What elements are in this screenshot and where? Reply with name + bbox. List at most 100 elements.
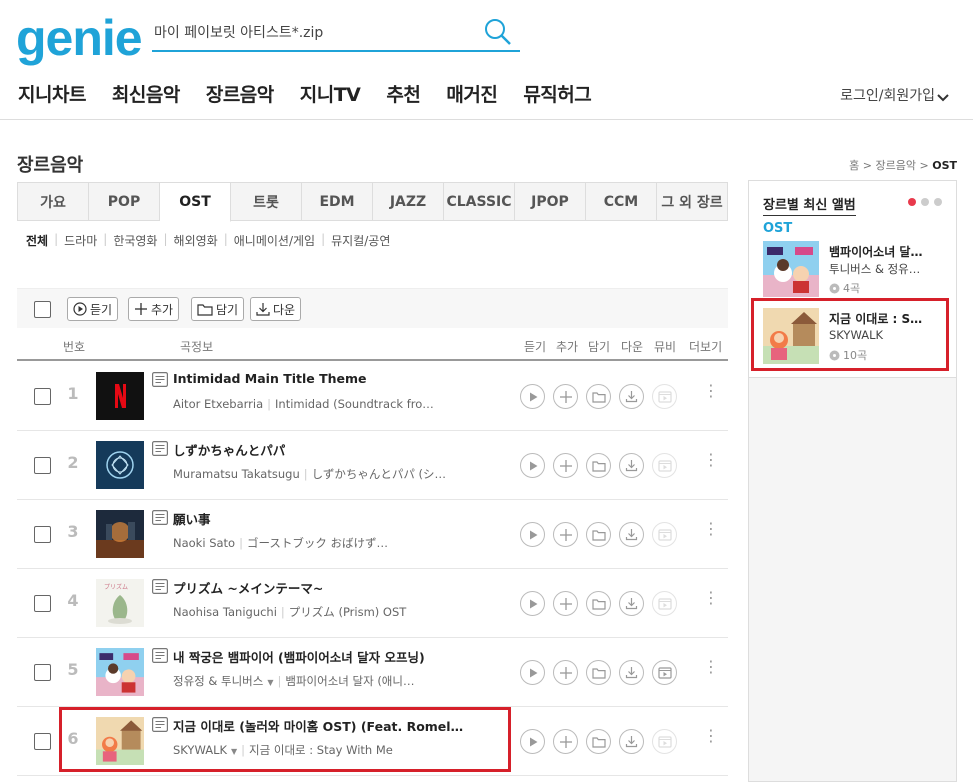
add-button[interactable] [553, 384, 578, 409]
music-video-button[interactable] [652, 660, 677, 685]
album-name[interactable]: ゴーストブック おばけず… [247, 536, 388, 550]
sidebar-genre-label[interactable]: OST [763, 221, 792, 236]
tab-pop[interactable]: POP [89, 183, 160, 220]
add-button[interactable] [553, 729, 578, 754]
nav-recommend[interactable]: 추천 [386, 80, 420, 107]
album-name[interactable]: 지금 이대로 : Stay With Me [249, 743, 393, 757]
album-cover[interactable] [96, 717, 144, 765]
carousel-dot-2[interactable] [921, 198, 929, 206]
tab-jpop[interactable]: JPOP [515, 183, 586, 220]
album-cover[interactable] [96, 510, 144, 558]
album-name[interactable]: しずかちゃんとパパ (シ… [312, 467, 446, 481]
artist-name[interactable]: Naoki Sato [173, 536, 235, 550]
album-title[interactable]: 지금 이대로 : S… [829, 310, 922, 327]
artist-name[interactable]: 정유정 & 투니버스 [173, 674, 263, 688]
breadcrumb-genre[interactable]: 장르음악 [876, 159, 916, 172]
row-checkbox[interactable] [34, 457, 51, 474]
album-cover[interactable] [96, 648, 144, 696]
album-cover[interactable]: プリズム [96, 579, 144, 627]
tab-kpop[interactable]: 가요 [18, 183, 89, 220]
download-button[interactable] [619, 591, 644, 616]
subtab-all[interactable]: 전체 [26, 232, 48, 249]
save-button[interactable] [586, 384, 611, 409]
lyrics-icon[interactable] [152, 648, 169, 667]
login-link[interactable]: 로그인/회원가입 [840, 85, 935, 105]
artist-dropdown-icon[interactable]: ▼ [231, 747, 237, 756]
row-checkbox[interactable] [34, 388, 51, 405]
download-button[interactable] [619, 729, 644, 754]
tab-trot[interactable]: 트롯 [231, 183, 302, 220]
album-cover[interactable] [96, 372, 144, 420]
search-input[interactable] [154, 24, 474, 40]
carousel-dot-1[interactable] [908, 198, 916, 206]
subtab-animation-game[interactable]: 애니메이션/게임 [234, 232, 315, 249]
save-button[interactable] [586, 729, 611, 754]
play-button[interactable] [520, 522, 545, 547]
subtab-foreign-movie[interactable]: 해외영화 [174, 232, 218, 249]
search-icon[interactable] [484, 18, 512, 50]
select-all-checkbox[interactable] [34, 301, 51, 318]
nav-new-music[interactable]: 최신음악 [112, 80, 180, 107]
subtab-drama[interactable]: 드라마 [64, 232, 97, 249]
more-options-icon[interactable]: ⋮ [703, 590, 719, 606]
album-name[interactable]: Intimidad (Soundtrack fro… [275, 397, 434, 411]
nav-genre-music[interactable]: 장르음악 [206, 80, 274, 107]
row-checkbox[interactable] [34, 526, 51, 543]
more-options-icon[interactable]: ⋮ [703, 659, 719, 675]
subtab-musical[interactable]: 뮤지컬/공연 [331, 232, 390, 249]
sidebar-album[interactable]: 지금 이대로 : S… SKYWALK 10곡 [763, 308, 948, 368]
row-checkbox[interactable] [34, 664, 51, 681]
row-checkbox[interactable] [34, 595, 51, 612]
nav-magazine[interactable]: 매거진 [446, 80, 497, 107]
subtab-korean-movie[interactable]: 한국영화 [113, 232, 157, 249]
save-button[interactable] [586, 522, 611, 547]
tab-ost[interactable]: OST [160, 183, 231, 222]
album-name[interactable]: 뱀파이어소녀 달자 (애니… [285, 674, 414, 688]
lyrics-icon[interactable] [152, 441, 169, 460]
add-button[interactable] [553, 453, 578, 478]
nav-chart[interactable]: 지니차트 [18, 80, 86, 107]
more-options-icon[interactable]: ⋮ [703, 521, 719, 537]
song-title[interactable]: 願い事 [173, 509, 503, 528]
table-row[interactable]: 1 Intimidad Main Title Theme Aitor Etxeb… [17, 362, 728, 431]
download-button[interactable] [619, 384, 644, 409]
album-name[interactable]: プリズム (Prism) OST [289, 605, 407, 619]
save-button[interactable] [586, 591, 611, 616]
song-title[interactable]: 내 짝궁은 뱀파이어 (뱀파이어소녀 달자 오프닝) [173, 647, 503, 666]
more-options-icon[interactable]: ⋮ [703, 452, 719, 468]
play-button[interactable] [520, 384, 545, 409]
download-button[interactable] [619, 522, 644, 547]
chevron-down-icon[interactable] [937, 88, 949, 107]
more-options-icon[interactable]: ⋮ [703, 728, 719, 744]
album-cover[interactable] [763, 308, 819, 364]
save-button[interactable] [586, 660, 611, 685]
play-button[interactable] [520, 729, 545, 754]
add-selected-button[interactable]: 추가 [128, 297, 180, 321]
table-row[interactable]: 6 지금 이대로 (놀러와 마이홈 OST) (Feat. Romel… SKY… [17, 707, 728, 776]
play-button[interactable] [520, 591, 545, 616]
table-row[interactable]: 5 내 짝궁은 뱀파이어 (뱀파이어소녀 달자 오프닝) 정유정 & 투니버스 ▼… [17, 638, 728, 707]
more-options-icon[interactable]: ⋮ [703, 383, 719, 399]
song-title[interactable]: 지금 이대로 (놀러와 마이홈 OST) (Feat. Romel… [173, 716, 503, 735]
table-row[interactable]: 4 プリズム プリズム ~メインテーマ~ Naohisa Taniguchi | プ… [17, 569, 728, 638]
genie-logo[interactable]: genie [16, 10, 143, 66]
album-artist[interactable]: 투니버스 & 정유… [829, 261, 920, 277]
album-cover[interactable] [763, 241, 819, 297]
download-selected-button[interactable]: 다운 [250, 297, 302, 321]
nav-music-hug[interactable]: 뮤직허그 [523, 80, 591, 107]
row-checkbox[interactable] [34, 733, 51, 750]
carousel-dot-3[interactable] [934, 198, 942, 206]
add-button[interactable] [553, 591, 578, 616]
artist-dropdown-icon[interactable]: ▼ [267, 678, 273, 687]
tab-classic[interactable]: CLASSIC [444, 183, 515, 220]
download-button[interactable] [619, 453, 644, 478]
song-title[interactable]: Intimidad Main Title Theme [173, 371, 503, 386]
nav-genie-tv[interactable]: 지니TV [300, 80, 361, 107]
tab-jazz[interactable]: JAZZ [373, 183, 444, 220]
breadcrumb-home[interactable]: 홈 [849, 159, 859, 172]
play-button[interactable] [520, 453, 545, 478]
table-row[interactable]: 3 願い事 Naoki Sato | ゴーストブック おばけず… ⋮ [17, 500, 728, 569]
tab-edm[interactable]: EDM [302, 183, 373, 220]
save-button[interactable] [586, 453, 611, 478]
artist-name[interactable]: Aitor Etxebarria [173, 397, 263, 411]
